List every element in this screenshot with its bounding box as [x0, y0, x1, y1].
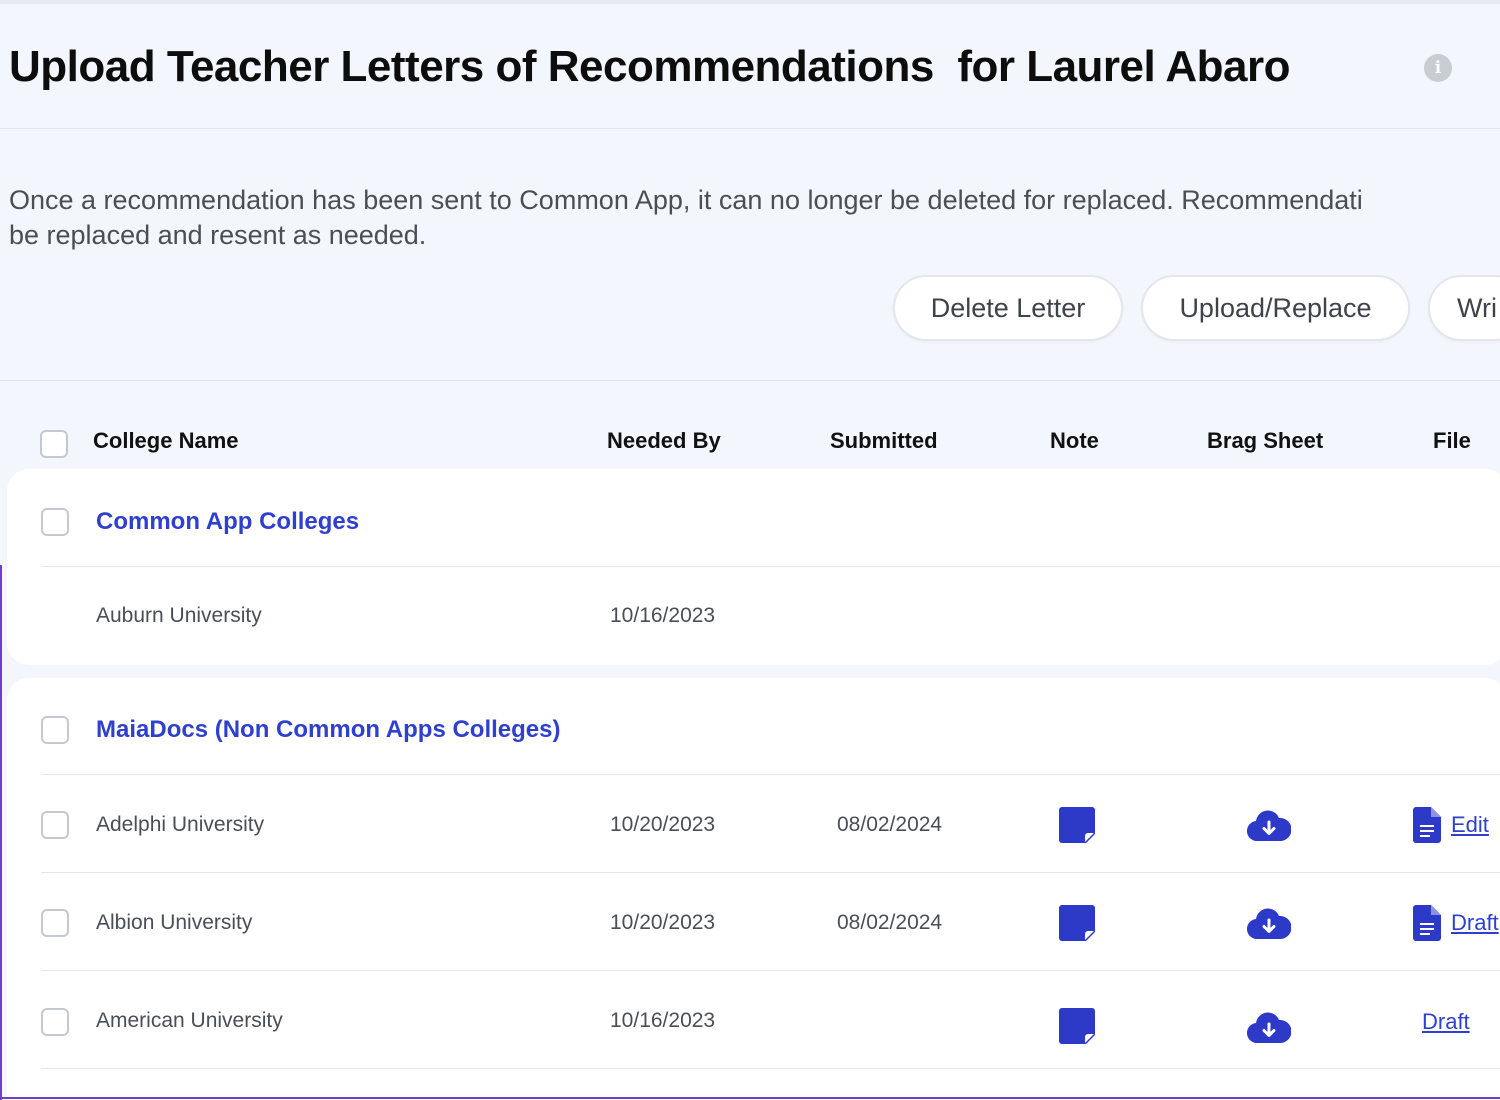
column-submitted: Submitted [830, 428, 938, 453]
column-needed-by: Needed By [607, 428, 721, 453]
group-title-common-app[interactable]: Common App Colleges [96, 508, 359, 536]
file-draft-link[interactable]: Draft [1451, 910, 1499, 936]
file-draft-link[interactable]: Draft [1422, 1009, 1470, 1035]
row-divider [41, 566, 1500, 567]
column-file: File [1433, 428, 1471, 453]
notice-line-2: be replaced and resent as needed. [9, 220, 427, 250]
sticky-note-icon[interactable] [1059, 807, 1095, 843]
needed-by-date: 10/16/2023 [610, 604, 716, 627]
sticky-note-icon[interactable] [1059, 1008, 1095, 1044]
delete-letter-button[interactable]: Delete Letter [893, 275, 1123, 341]
section-divider [0, 380, 1500, 381]
select-all-checkbox[interactable] [40, 430, 68, 458]
row-divider [41, 774, 1500, 775]
college-name: Albion University [96, 911, 253, 934]
college-name: Adelphi University [96, 813, 265, 836]
row-checkbox[interactable] [41, 811, 69, 839]
cloud-download-icon[interactable] [1247, 1011, 1291, 1045]
needed-by-date: 10/16/2023 [610, 1009, 716, 1032]
page-header: Upload Teacher Letters of Recommendation… [0, 4, 1500, 129]
submitted-date: 08/02/2024 [837, 911, 943, 934]
column-brag-sheet: Brag Sheet [1207, 428, 1324, 453]
needed-by-date: 10/20/2023 [610, 911, 716, 934]
group-checkbox-common-app[interactable] [41, 508, 69, 536]
bottom-accent-border [0, 1097, 1500, 1099]
document-icon[interactable] [1413, 905, 1441, 941]
notice-line-1: Once a recommendation has been sent to C… [9, 185, 1363, 215]
group-title-maiadocs[interactable]: MaiaDocs (Non Common Apps Colleges) [96, 716, 560, 744]
row-checkbox[interactable] [41, 1008, 69, 1036]
table-header: College Name Needed By Submitted Note Br… [0, 420, 1500, 466]
info-icon[interactable]: i [1424, 54, 1452, 82]
column-college-name: College Name [93, 428, 239, 453]
column-note: Note [1050, 428, 1099, 453]
submitted-date: 08/02/2024 [837, 813, 943, 836]
document-icon[interactable] [1413, 807, 1441, 843]
row-divider [41, 872, 1500, 873]
row-divider [41, 1068, 1500, 1069]
group-card-common-app [7, 469, 1500, 665]
college-name: Auburn University [96, 604, 262, 627]
needed-by-date: 10/20/2023 [610, 813, 716, 836]
group-checkbox-maiadocs[interactable] [41, 716, 69, 744]
sticky-note-icon[interactable] [1059, 905, 1095, 941]
write-button[interactable]: Wri [1428, 275, 1500, 341]
row-checkbox[interactable] [41, 909, 69, 937]
cloud-download-icon[interactable] [1247, 907, 1291, 941]
left-accent-border [0, 565, 2, 1100]
page-title: Upload Teacher Letters of Recommendation… [9, 42, 1290, 91]
row-divider [41, 970, 1500, 971]
college-name: American University [96, 1009, 283, 1032]
upload-replace-button[interactable]: Upload/Replace [1141, 275, 1410, 341]
file-edit-link[interactable]: Edit [1451, 812, 1489, 838]
cloud-download-icon[interactable] [1247, 809, 1291, 843]
notice-text: Once a recommendation has been sent to C… [9, 183, 1500, 253]
